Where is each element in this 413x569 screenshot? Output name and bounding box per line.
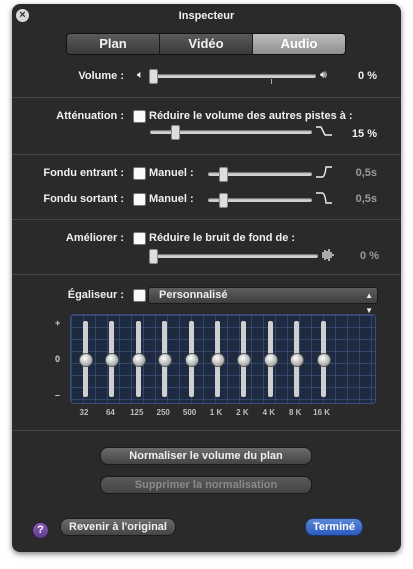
attenuation-value: 15 % xyxy=(351,128,377,140)
divider xyxy=(12,97,401,98)
fade-out-value: 0,5s xyxy=(355,193,377,205)
fade-in-thumb[interactable] xyxy=(219,167,228,182)
fade-out-curve-icon xyxy=(316,192,332,204)
volume-tick xyxy=(271,79,272,84)
noise-reduction-value: 0 % xyxy=(360,250,379,262)
eq-scale-plus: + xyxy=(55,318,61,328)
eq-band-knob[interactable] xyxy=(316,353,331,367)
equalizer-checkbox[interactable] xyxy=(133,289,146,302)
divider xyxy=(12,154,401,155)
tab-plan[interactable]: Plan xyxy=(67,34,160,54)
normalize-button[interactable]: Normaliser le volume du plan xyxy=(100,447,312,465)
divider xyxy=(12,430,401,431)
volume-value: 0 % xyxy=(358,70,377,82)
remove-normalization-button[interactable]: Supprimer la normalisation xyxy=(100,476,312,494)
tab-video[interactable]: Vidéo xyxy=(160,34,253,54)
equalizer-preset-value: Personnalisé xyxy=(159,289,228,301)
close-icon: × xyxy=(19,9,26,21)
attenuation-checkbox-label: Réduire le volume des autres pistes à : xyxy=(149,110,353,122)
attenuation-label: Atténuation : xyxy=(56,110,124,122)
duck-curve-icon xyxy=(316,126,332,136)
fade-in-checkbox[interactable] xyxy=(133,167,146,180)
fade-out-thumb[interactable] xyxy=(219,193,228,208)
close-button[interactable]: × xyxy=(16,9,29,22)
noise-reduction-checkbox[interactable] xyxy=(133,232,146,245)
volume-thumb[interactable] xyxy=(149,69,158,84)
eq-band-knob[interactable] xyxy=(263,353,278,367)
fade-in-curve-icon xyxy=(316,166,332,178)
attenuation-thumb[interactable] xyxy=(171,125,180,140)
equalizer-preset-select[interactable]: Personnalisé ▲ ▼ xyxy=(148,287,378,315)
equalizer-label: Égaliseur : xyxy=(67,289,124,301)
eq-scale-minus: – xyxy=(55,390,61,400)
tab-audio[interactable]: Audio xyxy=(253,34,345,54)
fade-out-checkbox[interactable] xyxy=(133,193,146,206)
revert-button[interactable]: Revenir à l'original xyxy=(60,518,176,536)
eq-band-knob[interactable] xyxy=(131,353,146,367)
fade-out-manual-label: Manuel : xyxy=(149,193,194,205)
tab-bar: Plan Vidéo Audio xyxy=(66,33,346,55)
volume-label: Volume : xyxy=(78,70,124,82)
volume-slider[interactable] xyxy=(150,74,316,78)
eq-band-knob[interactable] xyxy=(79,353,93,367)
done-button[interactable]: Terminé xyxy=(305,518,363,536)
inspector-panel: × Inspecteur Plan Vidéo Audio Volume : 🔈… xyxy=(12,4,401,552)
fade-in-value: 0,5s xyxy=(355,167,377,179)
divider xyxy=(12,219,401,220)
eq-scale-zero: 0 xyxy=(55,354,61,364)
fade-in-manual-label: Manuel : xyxy=(149,167,194,179)
fade-in-label: Fondu entrant : xyxy=(43,167,124,179)
improve-label: Améliorer : xyxy=(65,232,124,244)
noise-reduction-thumb[interactable] xyxy=(149,249,158,264)
noise-reduction-slider[interactable] xyxy=(150,254,318,258)
equalizer-graph xyxy=(70,314,376,404)
title-bar: × Inspecteur xyxy=(12,4,401,26)
window-title: Inspecteur xyxy=(178,10,235,22)
eq-band-knob[interactable] xyxy=(211,353,225,367)
divider xyxy=(12,274,401,275)
eq-band-knob[interactable] xyxy=(184,353,199,367)
fade-out-label: Fondu sortant : xyxy=(43,193,124,205)
attenuation-checkbox[interactable] xyxy=(133,110,146,123)
speaker-low-icon: 🔈︎ xyxy=(137,69,144,81)
speaker-high-icon: 🔊︎ xyxy=(320,69,327,81)
noise-reduction-label: Réduire le bruit de fond de : xyxy=(149,232,296,244)
question-icon: ? xyxy=(37,524,44,536)
help-button[interactable]: ? xyxy=(32,522,49,539)
eq-band-label: 16 K xyxy=(313,408,331,417)
noise-waveform-icon xyxy=(322,249,334,261)
